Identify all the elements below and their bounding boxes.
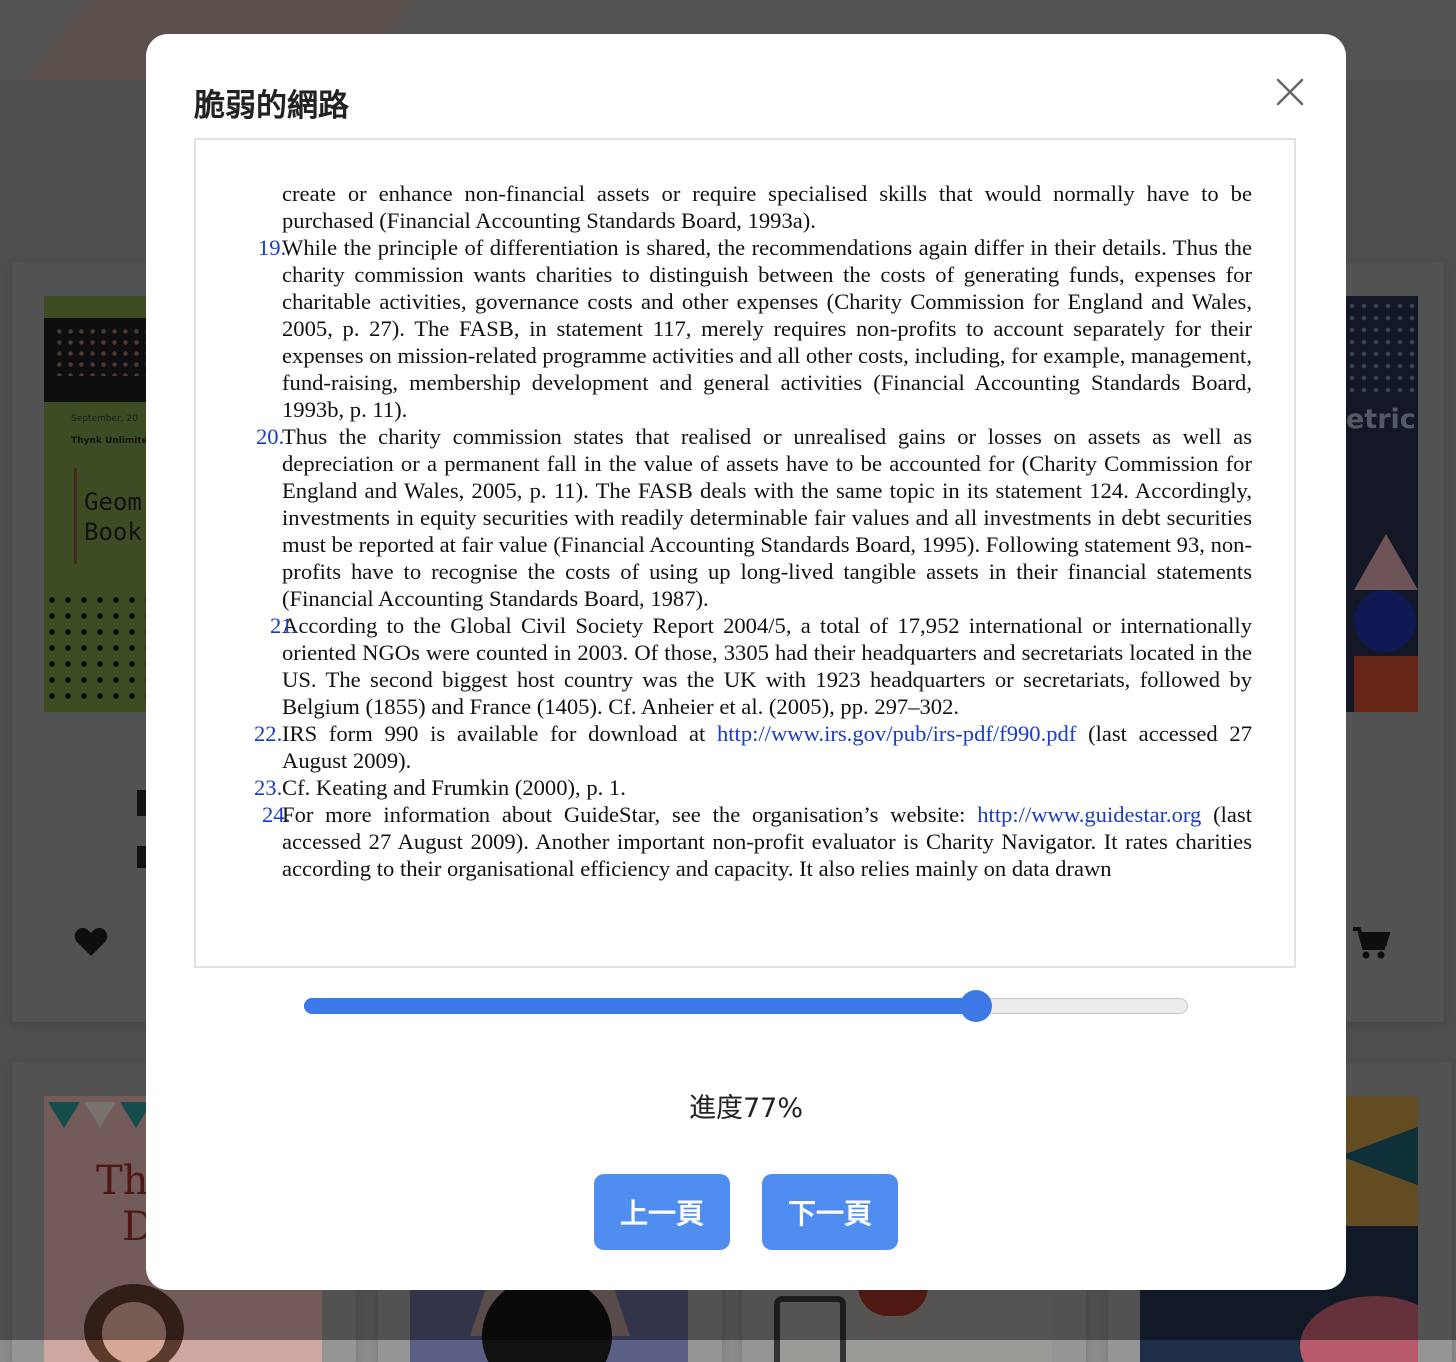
footnote-number: 21. (270, 613, 299, 638)
page-intro-paragraph: create or enhance non-financial assets o… (282, 181, 1252, 233)
footnote-24: 24. For more information about GuideStar,… (262, 801, 1252, 882)
footnote-text: According to the Global Civil Society Re… (282, 613, 1252, 719)
footnote-number: 20. (256, 424, 285, 449)
footnote-text: While the principle of differentiation i… (282, 235, 1252, 422)
page-progress-slider[interactable] (304, 990, 1188, 1022)
modal-title: 脆弱的網路 (194, 88, 349, 124)
slider-thumb[interactable] (959, 990, 992, 1022)
page-viewer[interactable]: create or enhance non-financial assets o… (194, 138, 1296, 968)
footnote-number: 22. (254, 721, 283, 746)
close-icon[interactable] (1272, 74, 1308, 110)
progress-label: 進度77% (688, 1093, 803, 1124)
footnote-number: 19. (258, 235, 287, 260)
footnote-19: 19. While the principle of differentiatio… (258, 234, 1252, 423)
slider-fill (304, 998, 976, 1014)
footnote-20: 20. Thus the charity commission states th… (256, 423, 1252, 612)
footnote-21: 21. According to the Global Civil Society… (270, 612, 1252, 720)
footnote-number: 24. (262, 802, 291, 827)
prev-page-button[interactable]: 上一頁 (594, 1174, 730, 1250)
footnote-23: 23. Cf. Keating and Frumkin (2000), p. 1. (254, 774, 1252, 801)
page-content: create or enhance non-financial assets o… (254, 180, 1252, 882)
footnote-text: For more information about GuideStar, se… (282, 802, 978, 827)
footnote-number: 23. (254, 775, 283, 800)
next-page-button[interactable]: 下一頁 (762, 1174, 898, 1250)
footnote-22: 22. IRS form 990 is available for downloa… (254, 720, 1252, 774)
reader-modal: 脆弱的網路 create or enhance non-financial as… (146, 34, 1346, 1290)
footnote-text: Thus the charity commission states that … (282, 424, 1252, 611)
footnote-text: Cf. Keating and Frumkin (2000), p. 1. (282, 775, 626, 800)
footnote-text: IRS form 990 is available for download a… (282, 721, 717, 746)
irs-form-link[interactable]: http://www.irs.gov/pub/irs-pdf/f990.pdf (717, 721, 1076, 746)
guidestar-link[interactable]: http://www.guidestar.org (977, 802, 1201, 827)
